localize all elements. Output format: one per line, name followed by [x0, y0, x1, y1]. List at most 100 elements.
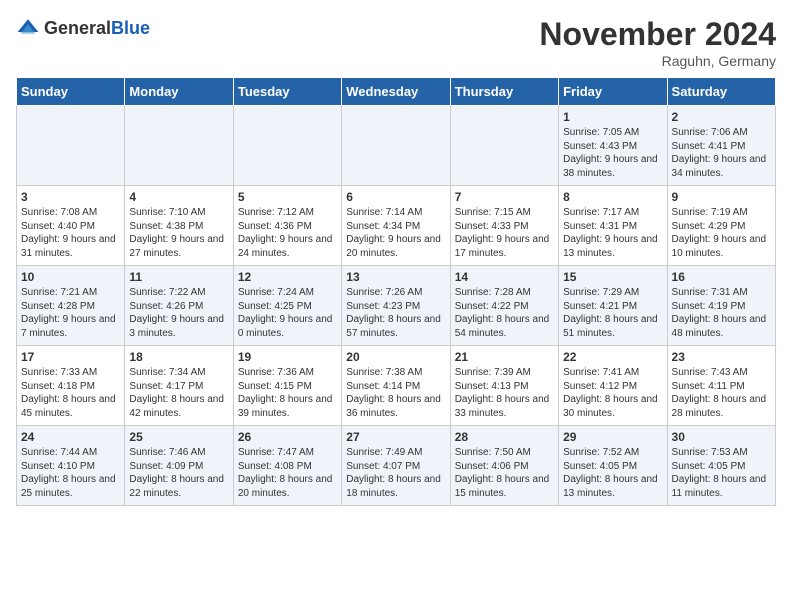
day-info: Sunrise: 7:44 AM Sunset: 4:10 PM Dayligh…	[21, 446, 120, 500]
logo-blue: Blue	[111, 18, 150, 38]
page-header: GeneralBlue November 2024 Raguhn, German…	[16, 16, 776, 69]
logo: GeneralBlue	[16, 16, 150, 40]
day-number: 29	[563, 430, 662, 444]
col-header-thursday: Thursday	[450, 78, 558, 106]
day-info: Sunrise: 7:26 AM Sunset: 4:23 PM Dayligh…	[346, 286, 445, 340]
day-cell	[125, 106, 233, 186]
day-cell: 23Sunrise: 7:43 AM Sunset: 4:11 PM Dayli…	[667, 346, 775, 426]
day-info: Sunrise: 7:46 AM Sunset: 4:09 PM Dayligh…	[129, 446, 228, 500]
col-header-tuesday: Tuesday	[233, 78, 341, 106]
day-cell: 12 Sunrise: 7:24 AM Sunset: 4:25 PM Dayli…	[233, 266, 341, 346]
day-cell: 26 Sunrise: 7:47 AM Sunset: 4:08 PM Dayli…	[233, 426, 341, 506]
day-number: 11	[129, 270, 228, 284]
header-row: SundayMondayTuesdayWednesdayThursdayFrid…	[17, 78, 776, 106]
day-number: 18	[129, 350, 228, 364]
day-cell: 17 Sunrise: 7:33 AM Sunset: 4:18 PM Dayli…	[17, 346, 125, 426]
day-cell: 14Sunrise: 7:28 AM Sunset: 4:22 PM Dayli…	[450, 266, 558, 346]
day-cell: 1 Sunrise: 7:05 AM Sunset: 4:43 PM Daylig…	[559, 106, 667, 186]
day-info: Sunrise: 7:53 AM Sunset: 4:05 PM Dayligh…	[672, 446, 771, 500]
day-cell: 20Sunrise: 7:38 AM Sunset: 4:14 PM Dayli…	[342, 346, 450, 426]
day-info: Sunrise: 7:39 AM Sunset: 4:13 PM Dayligh…	[455, 366, 554, 420]
day-info: Sunrise: 7:33 AM Sunset: 4:18 PM Dayligh…	[21, 366, 120, 420]
day-number: 6	[346, 190, 445, 204]
logo-general: General	[44, 18, 111, 38]
day-number: 8	[563, 190, 662, 204]
day-cell: 15 Sunrise: 7:29 AM Sunset: 4:21 PM Dayli…	[559, 266, 667, 346]
day-number: 15	[563, 270, 662, 284]
day-info: Sunrise: 7:22 AM Sunset: 4:26 PM Dayligh…	[129, 286, 228, 340]
day-cell	[342, 106, 450, 186]
day-number: 27	[346, 430, 445, 444]
day-info: Sunrise: 7:38 AM Sunset: 4:14 PM Dayligh…	[346, 366, 445, 420]
day-info: Sunrise: 7:41 AM Sunset: 4:12 PM Dayligh…	[563, 366, 662, 420]
day-cell: 3 Sunrise: 7:08 AM Sunset: 4:40 PM Daylig…	[17, 186, 125, 266]
calendar-body: 1 Sunrise: 7:05 AM Sunset: 4:43 PM Daylig…	[17, 106, 776, 506]
day-cell: 28 Sunrise: 7:50 AM Sunset: 4:06 PM Dayli…	[450, 426, 558, 506]
week-row-1: 1 Sunrise: 7:05 AM Sunset: 4:43 PM Daylig…	[17, 106, 776, 186]
day-info: Sunrise: 7:43 AM Sunset: 4:11 PM Dayligh…	[672, 366, 771, 420]
day-info: Sunrise: 7:21 AM Sunset: 4:28 PM Dayligh…	[21, 286, 120, 340]
week-row-5: 24Sunrise: 7:44 AM Sunset: 4:10 PM Dayli…	[17, 426, 776, 506]
title-area: November 2024 Raguhn, Germany	[539, 16, 776, 69]
col-header-friday: Friday	[559, 78, 667, 106]
day-number: 3	[21, 190, 120, 204]
day-info: Sunrise: 7:29 AM Sunset: 4:21 PM Dayligh…	[563, 286, 662, 340]
day-number: 25	[129, 430, 228, 444]
day-info: Sunrise: 7:19 AM Sunset: 4:29 PM Dayligh…	[672, 206, 771, 260]
day-number: 9	[672, 190, 771, 204]
day-info: Sunrise: 7:47 AM Sunset: 4:08 PM Dayligh…	[238, 446, 337, 500]
day-number: 12	[238, 270, 337, 284]
day-info: Sunrise: 7:05 AM Sunset: 4:43 PM Dayligh…	[563, 126, 662, 180]
day-number: 26	[238, 430, 337, 444]
col-header-saturday: Saturday	[667, 78, 775, 106]
col-header-monday: Monday	[125, 78, 233, 106]
day-number: 13	[346, 270, 445, 284]
logo-icon	[16, 16, 40, 40]
day-cell: 2Sunrise: 7:06 AM Sunset: 4:41 PM Daylig…	[667, 106, 775, 186]
day-number: 28	[455, 430, 554, 444]
day-number: 4	[129, 190, 228, 204]
day-info: Sunrise: 7:24 AM Sunset: 4:25 PM Dayligh…	[238, 286, 337, 340]
location-title: Raguhn, Germany	[539, 53, 776, 69]
day-cell	[450, 106, 558, 186]
day-info: Sunrise: 7:34 AM Sunset: 4:17 PM Dayligh…	[129, 366, 228, 420]
day-cell: 9 Sunrise: 7:19 AM Sunset: 4:29 PM Daylig…	[667, 186, 775, 266]
day-info: Sunrise: 7:08 AM Sunset: 4:40 PM Dayligh…	[21, 206, 120, 260]
day-info: Sunrise: 7:12 AM Sunset: 4:36 PM Dayligh…	[238, 206, 337, 260]
day-info: Sunrise: 7:10 AM Sunset: 4:38 PM Dayligh…	[129, 206, 228, 260]
day-number: 30	[672, 430, 771, 444]
col-header-sunday: Sunday	[17, 78, 125, 106]
day-cell: 10 Sunrise: 7:21 AM Sunset: 4:28 PM Dayli…	[17, 266, 125, 346]
day-number: 16	[672, 270, 771, 284]
day-info: Sunrise: 7:50 AM Sunset: 4:06 PM Dayligh…	[455, 446, 554, 500]
day-cell: 4 Sunrise: 7:10 AM Sunset: 4:38 PM Daylig…	[125, 186, 233, 266]
day-cell: 11 Sunrise: 7:22 AM Sunset: 4:26 PM Dayli…	[125, 266, 233, 346]
day-cell: 21Sunrise: 7:39 AM Sunset: 4:13 PM Dayli…	[450, 346, 558, 426]
day-number: 10	[21, 270, 120, 284]
day-info: Sunrise: 7:14 AM Sunset: 4:34 PM Dayligh…	[346, 206, 445, 260]
day-number: 1	[563, 110, 662, 124]
day-info: Sunrise: 7:28 AM Sunset: 4:22 PM Dayligh…	[455, 286, 554, 340]
day-info: Sunrise: 7:15 AM Sunset: 4:33 PM Dayligh…	[455, 206, 554, 260]
day-number: 17	[21, 350, 120, 364]
day-cell: 29 Sunrise: 7:52 AM Sunset: 4:05 PM Dayli…	[559, 426, 667, 506]
day-info: Sunrise: 7:52 AM Sunset: 4:05 PM Dayligh…	[563, 446, 662, 500]
day-number: 2	[672, 110, 771, 124]
day-cell: 27Sunrise: 7:49 AM Sunset: 4:07 PM Dayli…	[342, 426, 450, 506]
month-title: November 2024	[539, 16, 776, 53]
day-number: 5	[238, 190, 337, 204]
day-info: Sunrise: 7:17 AM Sunset: 4:31 PM Dayligh…	[563, 206, 662, 260]
day-cell: 19Sunrise: 7:36 AM Sunset: 4:15 PM Dayli…	[233, 346, 341, 426]
day-cell: 16 Sunrise: 7:31 AM Sunset: 4:19 PM Dayli…	[667, 266, 775, 346]
day-cell: 18 Sunrise: 7:34 AM Sunset: 4:17 PM Dayli…	[125, 346, 233, 426]
day-cell: 5 Sunrise: 7:12 AM Sunset: 4:36 PM Daylig…	[233, 186, 341, 266]
day-info: Sunrise: 7:31 AM Sunset: 4:19 PM Dayligh…	[672, 286, 771, 340]
day-number: 19	[238, 350, 337, 364]
calendar-header: SundayMondayTuesdayWednesdayThursdayFrid…	[17, 78, 776, 106]
day-number: 22	[563, 350, 662, 364]
week-row-4: 17 Sunrise: 7:33 AM Sunset: 4:18 PM Dayli…	[17, 346, 776, 426]
day-cell: 30 Sunrise: 7:53 AM Sunset: 4:05 PM Dayli…	[667, 426, 775, 506]
day-cell: 24Sunrise: 7:44 AM Sunset: 4:10 PM Dayli…	[17, 426, 125, 506]
day-cell	[17, 106, 125, 186]
day-cell: 6 Sunrise: 7:14 AM Sunset: 4:34 PM Daylig…	[342, 186, 450, 266]
